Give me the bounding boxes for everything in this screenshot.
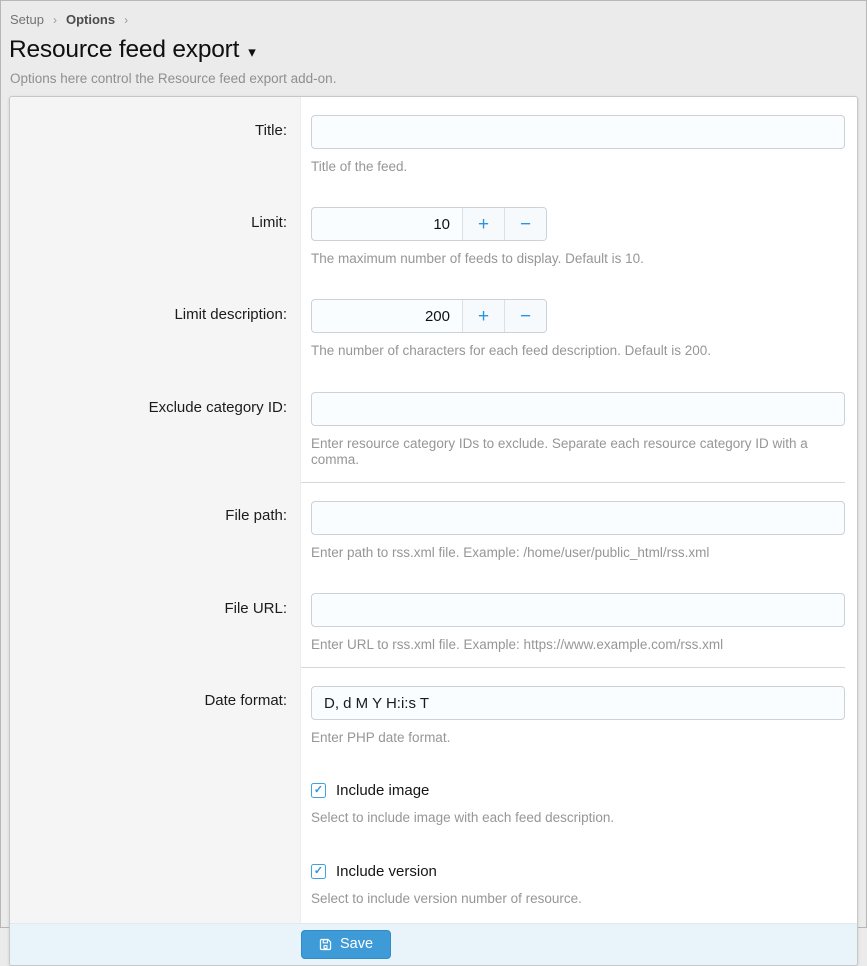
- limit-input[interactable]: [312, 208, 462, 240]
- limit-spinner: + −: [311, 207, 547, 241]
- form-footer: Save: [10, 923, 857, 965]
- file-path-input[interactable]: [311, 501, 845, 535]
- breadcrumb-separator-icon: ›: [124, 13, 128, 27]
- page-title: Resource feed export ▾: [9, 36, 856, 64]
- exclude-category-label: Exclude category ID:: [10, 374, 301, 482]
- title-label: Title:: [10, 97, 301, 189]
- limit-hint: The maximum number of feeds to display. …: [311, 251, 845, 267]
- plus-icon: +: [478, 214, 489, 235]
- form-row-date-format: Date format: Enter PHP date format.: [10, 667, 857, 760]
- date-format-label: Date format:: [10, 667, 301, 760]
- file-url-label: File URL:: [10, 575, 301, 667]
- form-row-title: Title: Title of the feed.: [10, 97, 857, 189]
- file-url-hint: Enter URL to rss.xml file. Example: http…: [311, 637, 845, 653]
- include-image-checkbox-row[interactable]: ✓ Include image: [311, 782, 845, 799]
- save-button[interactable]: Save: [301, 930, 391, 959]
- file-path-hint: Enter path to rss.xml file. Example: /ho…: [311, 545, 845, 561]
- include-image-label-cell: [10, 761, 301, 842]
- form-row-include-image: ✓ Include image Select to include image …: [10, 761, 857, 842]
- limit-description-increment-button[interactable]: +: [462, 300, 504, 332]
- include-version-checkbox[interactable]: ✓: [311, 864, 326, 879]
- title-input[interactable]: [311, 115, 845, 149]
- limit-decrement-button[interactable]: −: [504, 208, 546, 240]
- title-hint: Title of the feed.: [311, 159, 845, 175]
- form-row-exclude-category: Exclude category ID: Enter resource cate…: [10, 374, 857, 482]
- form-row-file-url: File URL: Enter URL to rss.xml file. Exa…: [10, 575, 857, 667]
- limit-description-input[interactable]: [312, 300, 462, 332]
- limit-description-spinner: + −: [311, 299, 547, 333]
- include-version-label: Include version: [336, 863, 437, 880]
- include-image-checkbox[interactable]: ✓: [311, 783, 326, 798]
- plus-icon: +: [478, 306, 489, 327]
- include-version-checkbox-row[interactable]: ✓ Include version: [311, 863, 845, 880]
- date-format-input[interactable]: [311, 686, 845, 720]
- file-path-label: File path:: [10, 482, 301, 575]
- exclude-category-input[interactable]: [311, 392, 845, 426]
- minus-icon: −: [520, 214, 531, 235]
- include-version-hint: Select to include version number of reso…: [311, 891, 845, 907]
- form-row-limit: Limit: + − The maximum number of feeds t…: [10, 189, 857, 281]
- check-icon: ✓: [314, 866, 323, 877]
- page-header: Setup › Options › Resource feed export ▾…: [1, 1, 866, 96]
- date-format-hint: Enter PHP date format.: [311, 730, 845, 746]
- file-url-input[interactable]: [311, 593, 845, 627]
- limit-description-hint: The number of characters for each feed d…: [311, 343, 845, 359]
- page-title-text: Resource feed export: [9, 36, 239, 64]
- form-row-limit-description: Limit description: + − The number of cha…: [10, 281, 857, 373]
- save-button-label: Save: [340, 936, 373, 952]
- limit-increment-button[interactable]: +: [462, 208, 504, 240]
- form-row-file-path: File path: Enter path to rss.xml file. E…: [10, 482, 857, 575]
- breadcrumb-options[interactable]: Options: [66, 12, 115, 27]
- include-version-label-cell: [10, 842, 301, 923]
- limit-label: Limit:: [10, 189, 301, 281]
- exclude-category-hint: Enter resource category IDs to exclude. …: [311, 436, 845, 468]
- minus-icon: −: [520, 306, 531, 327]
- limit-description-decrement-button[interactable]: −: [504, 300, 546, 332]
- page-subtitle: Options here control the Resource feed e…: [10, 71, 856, 86]
- limit-description-label: Limit description:: [10, 281, 301, 373]
- breadcrumb: Setup › Options ›: [10, 12, 856, 27]
- check-icon: ✓: [314, 785, 323, 796]
- include-image-hint: Select to include image with each feed d…: [311, 810, 845, 826]
- options-form: Title: Title of the feed. Limit: + − The…: [9, 96, 858, 966]
- title-dropdown-icon[interactable]: ▾: [248, 40, 255, 61]
- breadcrumb-separator-icon: ›: [53, 13, 57, 27]
- form-row-include-version: ✓ Include version Select to include vers…: [10, 842, 857, 923]
- include-image-label: Include image: [336, 782, 429, 799]
- save-icon: [319, 938, 332, 951]
- breadcrumb-setup[interactable]: Setup: [10, 12, 44, 27]
